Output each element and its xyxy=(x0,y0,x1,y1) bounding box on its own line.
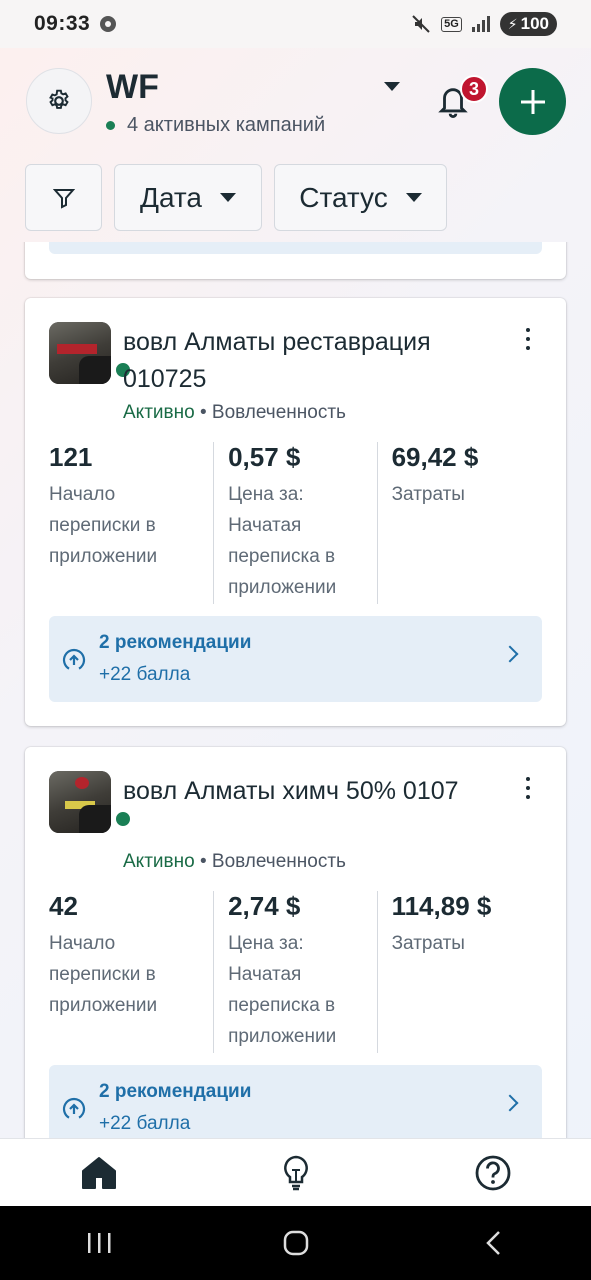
chevron-down-icon xyxy=(405,193,422,202)
metric-value: 0,57 $ xyxy=(228,442,301,472)
mute-icon xyxy=(412,15,430,33)
campaign-card[interactable]: вовл Алматы реставрация 010725 Активно •… xyxy=(25,298,566,726)
campaign-status-line: Активно • Вовлеченность xyxy=(123,402,346,424)
battery-level: 100 xyxy=(520,14,549,33)
campaign-card-partial[interactable] xyxy=(25,242,566,279)
date-filter-label: Дата xyxy=(139,181,202,213)
recommendation-strip xyxy=(49,242,542,254)
campaign-title[interactable]: вовл Алматы реставрация 010725 xyxy=(123,324,503,398)
funnel-icon xyxy=(52,188,75,209)
metric-cost-per-result: 0,57 $ Цена за: Начатая переписка в прил… xyxy=(213,442,378,604)
metrics-row: 121 Начало переписки в приложении 0,57 $… xyxy=(49,442,542,604)
nav-tips[interactable] xyxy=(256,1143,336,1203)
recommendations-title: 2 рекомендации xyxy=(99,632,252,653)
metric-label: Цена за: Начатая переписка в приложении xyxy=(228,484,337,598)
recommendations-title: 2 рекомендации xyxy=(99,1081,252,1102)
recommendations-points: +22 балла xyxy=(99,664,191,685)
campaign-title[interactable]: вовл Алматы химч 50% 0107 xyxy=(123,773,503,810)
date-filter-dropdown[interactable]: Дата xyxy=(114,164,262,231)
help-icon xyxy=(475,1155,510,1190)
network-type: 5G xyxy=(441,16,462,32)
campaign-objective: Вовлеченность xyxy=(211,402,346,423)
chevron-right-icon xyxy=(501,645,519,663)
recent-apps-button[interactable] xyxy=(59,1213,139,1273)
lightbulb-icon xyxy=(283,1155,308,1190)
status-filter-label: Статус xyxy=(299,181,388,213)
metric-value: 69,42 $ xyxy=(391,442,479,472)
back-button[interactable] xyxy=(453,1213,533,1273)
metric-label: Затраты xyxy=(391,484,465,505)
arrow-up-circle-icon xyxy=(62,648,86,672)
metric-results: 42 Начало переписки в приложении xyxy=(49,891,213,1053)
chevron-right-icon xyxy=(501,1094,519,1112)
recent-apps-icon xyxy=(87,1233,110,1253)
filter-bar: Дата Статус xyxy=(25,164,447,231)
filter-button[interactable] xyxy=(25,164,102,231)
metric-label: Начало переписки в приложении xyxy=(49,484,158,567)
metric-value: 2,74 $ xyxy=(228,891,301,921)
chevron-down-icon xyxy=(220,193,236,202)
metric-label: Цена за: Начатая переписка в приложении xyxy=(228,933,337,1047)
settings-button[interactable] xyxy=(26,68,92,134)
status-filter-dropdown[interactable]: Статус xyxy=(274,164,447,231)
recommendations-banner[interactable]: 2 рекомендации +22 балла xyxy=(49,1065,542,1138)
metric-results: 121 Начало переписки в приложении xyxy=(49,442,213,604)
nav-home[interactable] xyxy=(59,1143,139,1203)
back-chevron-icon xyxy=(485,1231,500,1255)
active-campaigns-text: 4 активных кампаний xyxy=(127,114,326,136)
campaign-list[interactable]: вовл Алматы реставрация 010725 Активно •… xyxy=(0,242,591,1138)
battery-indicator: ⚡ 100 xyxy=(499,12,557,36)
metric-label: Затраты xyxy=(391,933,465,954)
home-button[interactable] xyxy=(256,1213,336,1273)
recommendations-points: +22 балла xyxy=(99,1113,191,1134)
active-campaigns-summary: 4 активных кампаний xyxy=(106,114,325,137)
metric-label: Начало переписки в приложении xyxy=(49,933,158,1016)
status-icons: 5G ⚡ 100 xyxy=(411,12,557,36)
app-header: WF 4 активных кампаний 3 Дата Статус xyxy=(0,48,591,248)
status-time: 09:33 xyxy=(34,12,91,35)
metric-spend: 114,89 $ Затраты xyxy=(378,891,542,1053)
metric-value: 121 xyxy=(49,442,93,472)
separator: • xyxy=(199,851,212,872)
separator: • xyxy=(199,402,212,423)
account-dropdown-icon[interactable] xyxy=(384,82,400,91)
signal-icon xyxy=(471,16,490,32)
metric-value: 42 xyxy=(49,891,78,921)
home-icon xyxy=(81,1156,116,1189)
active-indicator xyxy=(106,121,115,130)
arrow-up-circle-icon xyxy=(62,1097,86,1121)
plus-icon xyxy=(520,89,545,114)
campaign-status: Активно xyxy=(123,402,195,423)
campaign-status-line: Активно • Вовлеченность xyxy=(123,851,346,873)
campaign-status: Активно xyxy=(123,851,195,872)
campaign-objective: Вовлеченность xyxy=(211,851,346,872)
metric-spend: 69,42 $ Затраты xyxy=(378,442,542,604)
ad-thumbnail xyxy=(49,771,111,833)
metrics-row: 42 Начало переписки в приложении 2,74 $ … xyxy=(49,891,542,1053)
bottom-navigation xyxy=(0,1138,591,1206)
ad-thumbnail xyxy=(49,322,111,384)
nav-help[interactable] xyxy=(453,1143,533,1203)
notification-dot-icon xyxy=(100,16,117,32)
charging-icon: ⚡ xyxy=(507,15,518,32)
notification-badge: 3 xyxy=(460,75,488,103)
more-options-icon[interactable] xyxy=(526,328,532,350)
create-campaign-button[interactable] xyxy=(499,68,566,135)
system-navigation-bar xyxy=(0,1206,591,1280)
home-circle-icon xyxy=(283,1230,308,1256)
gear-icon xyxy=(49,89,69,109)
campaign-card[interactable]: вовл Алматы химч 50% 0107 Активно • Вовл… xyxy=(25,747,566,1138)
status-bar: 09:33 5G ⚡ 100 xyxy=(0,0,591,48)
account-name[interactable]: WF xyxy=(106,68,159,107)
recommendations-banner[interactable]: 2 рекомендации +22 балла xyxy=(49,616,542,702)
metric-cost-per-result: 2,74 $ Цена за: Начатая переписка в прил… xyxy=(213,891,378,1053)
active-status-dot xyxy=(113,809,133,829)
metric-value: 114,89 $ xyxy=(391,891,492,921)
more-options-icon[interactable] xyxy=(526,777,532,799)
